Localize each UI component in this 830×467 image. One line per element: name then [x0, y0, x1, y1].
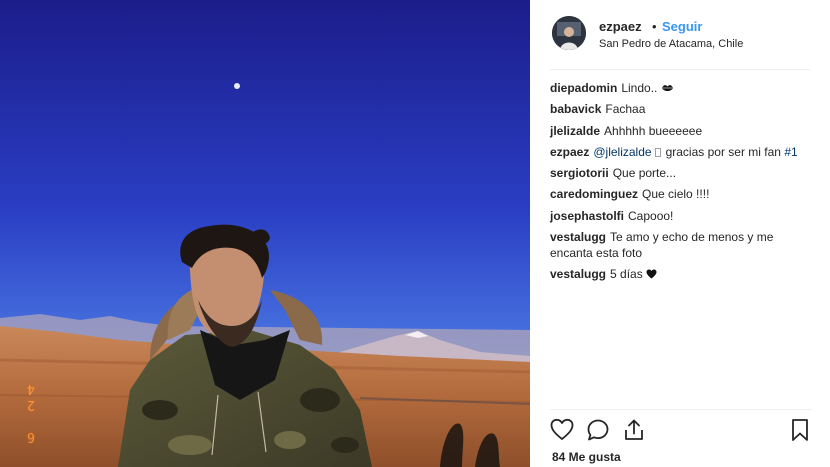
- black-heart-icon: [646, 269, 657, 279]
- bookmark-icon[interactable]: [788, 418, 812, 442]
- comment: diepadomin Lindo..: [550, 80, 812, 96]
- actions-divider: [550, 409, 812, 410]
- comment: sergiotorii Que porte...: [550, 165, 812, 181]
- likes-count[interactable]: 84 Me gusta: [552, 450, 621, 464]
- comment: jlelizalde Ahhhhh bueeeeee: [550, 123, 812, 139]
- comment: vestalugg Te amo y echo de menos y me enc…: [550, 229, 812, 261]
- comment: josephastolfi Capooo!: [550, 208, 812, 224]
- share-upload-icon[interactable]: [622, 418, 646, 442]
- comment-text: Que cielo !!!!: [642, 187, 710, 202]
- comment-text: Ahhhhh bueeeeee: [604, 123, 703, 138]
- separator-dot: •: [652, 19, 657, 34]
- comment-text: Capooo!: [628, 208, 674, 223]
- comment-username[interactable]: josephastolfi: [550, 209, 624, 223]
- comment: caredominguez Que cielo !!!!: [550, 186, 812, 202]
- comment-text: Fachaa: [605, 102, 646, 117]
- post-header: ezpaez • Seguir San Pedro de Atacama, Ch…: [550, 0, 810, 70]
- comment-username[interactable]: ezpaez: [550, 145, 589, 159]
- comment-username[interactable]: sergiotorii: [550, 166, 609, 180]
- comment: babavick Fachaa: [550, 101, 812, 117]
- comment-text: 5 días: [610, 267, 643, 282]
- comment-text: gracias por ser mi fan: [665, 144, 781, 159]
- comment-text: Lindo..: [621, 81, 658, 95]
- comment-mention-link[interactable]: @jlelizalde: [593, 145, 651, 159]
- heart-outline-icon[interactable]: [550, 418, 574, 442]
- comment-username[interactable]: babavick: [550, 102, 601, 116]
- missing-glyph-icon: [654, 147, 661, 157]
- comment-username[interactable]: caredominguez: [550, 187, 638, 201]
- photo-date-stamp: 6 2 4: [27, 381, 35, 444]
- avatar-image: [552, 16, 586, 50]
- post-author-username[interactable]: ezpaez: [599, 19, 642, 34]
- avatar[interactable]: [552, 16, 586, 50]
- post-side-panel: ezpaez • Seguir San Pedro de Atacama, Ch…: [530, 0, 830, 467]
- comment-username[interactable]: vestalugg: [550, 230, 606, 244]
- kiss-lips-icon: [661, 85, 673, 91]
- comment-text: Que porte...: [612, 166, 677, 181]
- post-location[interactable]: San Pedro de Atacama, Chile: [599, 38, 743, 50]
- comments-list: diepadomin Lindo.. babavick Fachaa jleliza…: [550, 80, 812, 288]
- comment-username[interactable]: jlelizalde: [550, 124, 600, 138]
- comment-username[interactable]: diepadomin: [550, 81, 617, 95]
- comment-hashtag-link[interactable]: #1: [784, 145, 797, 159]
- post-photo[interactable]: 6 2 4: [0, 0, 530, 467]
- comment: vestalugg 5 días: [550, 266, 812, 282]
- post-actions-bar: [550, 418, 812, 442]
- comment-bubble-icon[interactable]: [586, 418, 610, 442]
- comment: ezpaez @jlelizalde gracias por ser mi fan …: [550, 144, 812, 160]
- comment-username[interactable]: vestalugg: [550, 267, 606, 281]
- post-image: [0, 0, 530, 467]
- follow-button[interactable]: Seguir: [662, 19, 702, 34]
